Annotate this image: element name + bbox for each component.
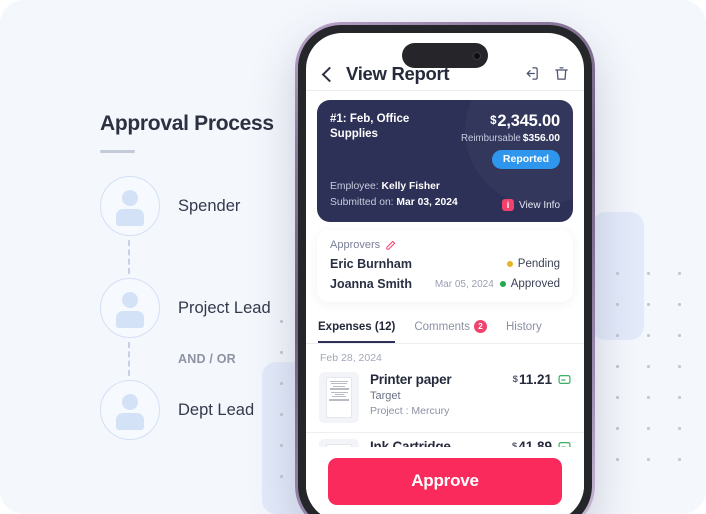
flow-node-label: Project Lead [178,298,271,317]
navbar-actions [523,65,570,82]
receipt-thumbnail[interactable] [319,372,359,423]
status-dot [506,261,513,267]
currency-symbol: $ [490,115,497,127]
card-icon [558,375,571,384]
flow-node-label: Spender [178,196,241,215]
chevron-left-icon[interactable] [318,65,336,83]
flow-node-label: Dept Lead [178,400,255,419]
tab-label: History [505,320,542,333]
reimbursable-amount: $356.00 [522,133,560,144]
flow-connector-1 [100,237,300,277]
pencil-icon[interactable] [385,240,396,251]
page-root: Approval Process Spender Project Lead AN… [0,0,706,514]
report-name: #1: Feb, Office Supplies [330,113,410,140]
approver-row[interactable]: Eric Burnham Pending [330,257,560,271]
approve-action-bar: Approve [306,447,584,514]
employee-label: Employee: [330,181,379,192]
view-info-button[interactable]: i View Info [502,199,560,211]
approver-name: Eric Burnham [330,257,412,271]
approval-flow: Spender Project Lead AND / OR Dept Lead [100,175,300,441]
tab-label: Comments [414,320,470,333]
employee-line: Employee: Kelly Fisher [330,179,458,195]
phone-bezel: View Report #1: Feb, Office Supplies $2,… [298,25,592,514]
expense-amount-value: 11.21 [518,372,552,387]
title-underline [100,150,135,153]
approval-process-panel: Approval Process Spender Project Lead AN… [100,112,300,441]
approvers-header: Approvers [330,239,560,251]
approver-status: Pending [506,258,560,270]
expense-list-item[interactable]: Printer paper $11.21 Target Project: Me… [306,366,584,433]
tab-comments[interactable]: Comments 2 [414,311,487,343]
status-badge[interactable]: Reported [491,150,560,169]
tab-badge-count: 2 [473,320,487,333]
info-icon: i [502,199,515,211]
approver-status: Approved [499,278,560,290]
approver-date: Mar 05, 2024 [434,278,494,290]
tab-label: Expenses (12) [318,320,396,333]
expense-amount: $11.21 [513,372,552,387]
flow-connector-label: AND / OR [178,352,236,366]
currency-symbol: $ [512,374,518,385]
phone-mockup: View Report #1: Feb, Office Supplies $2,… [295,22,595,514]
expense-project: Project : Mercury [370,405,450,417]
phone-screen: View Report #1: Feb, Office Supplies $2,… [306,33,584,514]
approver-status-label: Approved [510,278,560,290]
report-summary-card: #1: Feb, Office Supplies $2,345.00 Reimb… [317,100,573,222]
dashed-line [128,240,130,274]
tab-history[interactable]: History [506,312,542,343]
export-icon[interactable] [523,65,540,82]
status-dot [499,281,506,287]
person-icon [100,176,160,236]
page-title: Approval Process [100,112,274,135]
person-icon [100,380,160,440]
reimbursable-label: Reimbursable [460,133,521,144]
approve-button[interactable]: Approve [328,458,562,505]
employee-name: Kelly Fisher [381,181,440,192]
report-meta: Employee: Kelly Fisher Submitted on: Mar… [330,179,458,211]
report-total: $2,345.00 [461,112,560,131]
expense-date-group: Feb 28, 2024 [320,352,382,364]
submitted-label: Submitted on: [330,197,394,208]
report-total-value: 2,345.00 [497,112,560,130]
flow-node-spender[interactable]: Spender [100,175,300,237]
submitted-date: Mar 03, 2024 [396,197,458,208]
approver-status-label: Pending [517,258,560,270]
approvers-card: Approvers Eric Burnham Pending Joanna Sm… [317,230,573,302]
flow-node-project-lead[interactable]: Project Lead [100,277,300,339]
reimbursable-line: Reimbursable $356.00 [461,133,560,144]
front-camera-icon [473,51,481,60]
dynamic-island [402,43,488,68]
expense-title: Printer paper [370,372,452,387]
dot-grid-right [596,252,696,484]
report-amounts: $2,345.00 Reimbursable $356.00 Reported [461,112,560,169]
flow-connector-2: AND / OR [100,339,300,379]
screen-content: #1: Feb, Office Supplies $2,345.00 Reimb… [306,91,584,514]
approvers-label: Approvers [330,239,381,251]
tab-expenses[interactable]: Expenses (12) [318,312,396,343]
trash-icon[interactable] [553,65,570,82]
tab-bar: Expenses (12) Comments 2 History [306,311,584,344]
view-info-label: View Info [519,199,560,211]
dashed-line [128,342,130,376]
expense-merchant: Target [370,390,401,402]
approver-name: Joanna Smith [330,277,412,291]
approver-row[interactable]: Joanna Smith Mar 05, 2024 Approved [330,277,560,291]
flow-node-dept-lead[interactable]: Dept Lead [100,379,300,441]
submitted-line: Submitted on: Mar 03, 2024 [330,195,458,211]
person-icon [100,278,160,338]
